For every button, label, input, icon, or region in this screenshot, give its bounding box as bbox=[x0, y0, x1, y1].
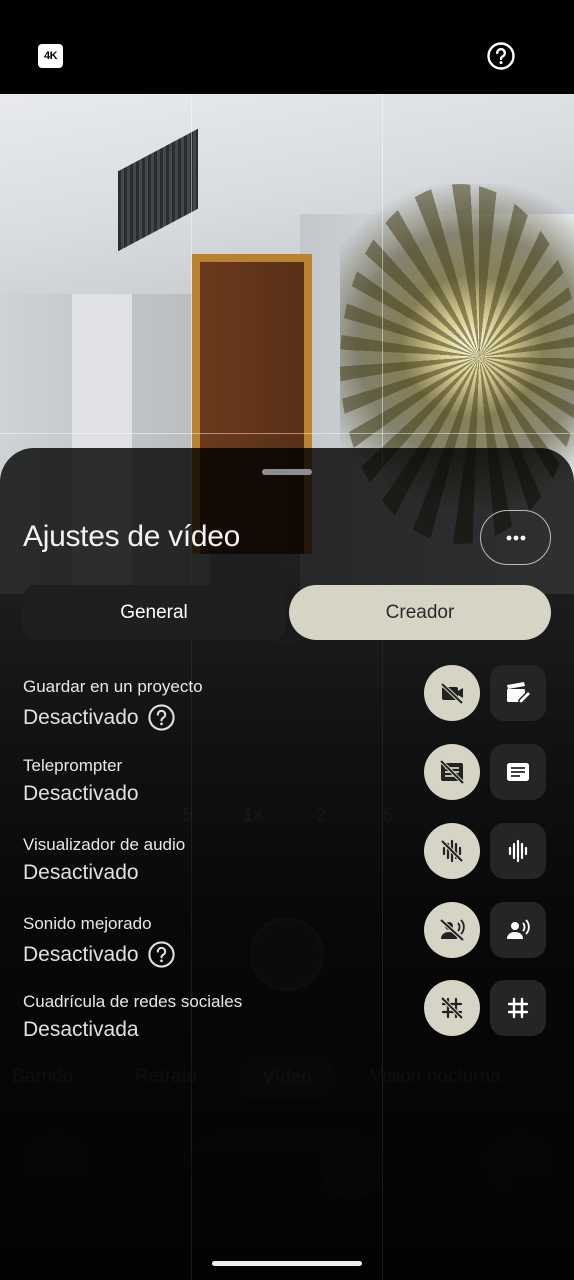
camera-screen: .5 1× 2 5 Barrido Retrato Vídeo Visión n… bbox=[0, 0, 574, 1280]
setting-status: Desactivado bbox=[23, 940, 176, 969]
save-project-off-button[interactable] bbox=[424, 665, 480, 721]
social-grid-on-button[interactable] bbox=[490, 980, 546, 1036]
setting-status-text: Desactivado bbox=[23, 705, 139, 729]
grid-line-horizontal bbox=[0, 433, 574, 434]
grid-icon bbox=[507, 997, 529, 1019]
setting-status-text: Desactivado bbox=[23, 942, 139, 966]
enhanced-sound-off-button[interactable] bbox=[424, 902, 480, 958]
more-options-button[interactable] bbox=[480, 510, 551, 565]
teleprompter-on-button[interactable] bbox=[490, 744, 546, 800]
voice-enhance-icon bbox=[507, 919, 530, 939]
setting-row-enhanced-sound: Sonido mejorado Desactivado bbox=[23, 902, 551, 978]
setting-status: Desactivado bbox=[23, 782, 139, 806]
teleprompter-off-icon bbox=[439, 759, 465, 785]
setting-row-teleprompter: Teleprompter Desactivado bbox=[23, 744, 551, 820]
audio-visualizer-off-icon bbox=[440, 839, 464, 863]
top-bar: 4K bbox=[0, 0, 574, 94]
setting-title: Sonido mejorado bbox=[23, 914, 152, 933]
setting-row-audio-visualizer: Visualizador de audio Desactivado bbox=[23, 823, 551, 899]
audio-visualizer-off-button[interactable] bbox=[424, 823, 480, 879]
help-circle-icon[interactable] bbox=[486, 41, 516, 71]
drag-handle[interactable] bbox=[262, 469, 312, 475]
grid-off-icon bbox=[440, 996, 464, 1020]
video-project-off-icon bbox=[440, 682, 464, 705]
enhanced-sound-on-button[interactable] bbox=[490, 902, 546, 958]
setting-title: Visualizador de audio bbox=[23, 835, 186, 854]
setting-title: Guardar en un proyecto bbox=[23, 677, 203, 696]
voice-enhance-off-icon bbox=[439, 918, 465, 942]
setting-status: Desactivado bbox=[23, 703, 176, 732]
audio-visualizer-on-button[interactable] bbox=[490, 823, 546, 879]
video-project-edit-icon bbox=[507, 682, 532, 704]
social-grid-off-button[interactable] bbox=[424, 980, 480, 1036]
teleprompter-off-button[interactable] bbox=[424, 744, 480, 800]
tab-general[interactable]: General bbox=[23, 585, 285, 640]
setting-row-social-grid: Cuadrícula de redes sociales Desactivada bbox=[23, 980, 551, 1056]
audio-visualizer-icon bbox=[508, 839, 528, 863]
resolution-badge[interactable]: 4K bbox=[38, 44, 63, 68]
home-indicator[interactable] bbox=[212, 1261, 362, 1266]
save-project-on-button[interactable] bbox=[490, 665, 546, 721]
setting-status-text: Desactivado bbox=[23, 782, 139, 805]
setting-status-text: Desactivada bbox=[23, 1018, 139, 1041]
setting-title: Teleprompter bbox=[23, 756, 123, 775]
video-settings-sheet: Ajustes de vídeo General Creador Guardar… bbox=[0, 448, 574, 1280]
setting-row-save-project: Guardar en un proyecto Desactivado bbox=[23, 665, 551, 741]
setting-status-text: Desactivado bbox=[23, 861, 139, 884]
help-circle-icon[interactable] bbox=[147, 940, 176, 969]
setting-status: Desactivada bbox=[23, 1018, 139, 1042]
more-horizontal-icon bbox=[506, 535, 525, 540]
setting-status: Desactivado bbox=[23, 861, 139, 885]
setting-title: Cuadrícula de redes sociales bbox=[23, 992, 243, 1011]
help-circle-icon[interactable] bbox=[147, 703, 176, 732]
tab-creador[interactable]: Creador bbox=[289, 585, 551, 640]
teleprompter-icon bbox=[507, 763, 529, 781]
sheet-title: Ajustes de vídeo bbox=[23, 520, 241, 553]
